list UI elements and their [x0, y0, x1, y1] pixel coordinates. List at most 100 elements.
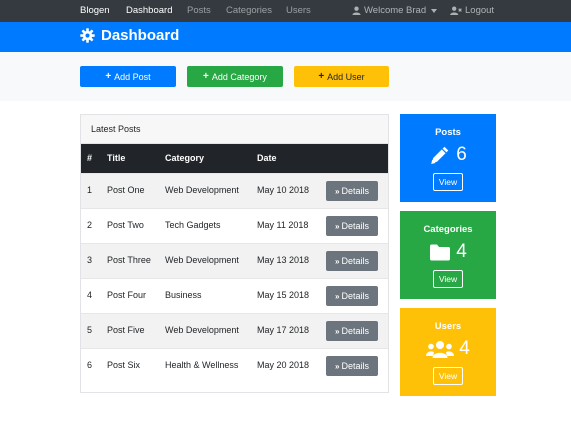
action-bar: + Add Post + Add Category + Add User: [0, 52, 571, 101]
row-category: Business: [165, 290, 202, 300]
table-header: # Title Category Date: [81, 144, 388, 173]
brand-link[interactable]: Blogen: [80, 5, 110, 16]
row-number: 5: [87, 325, 93, 335]
users-count: 4: [459, 338, 470, 359]
plus-icon: +: [203, 71, 209, 82]
column-header-title: Title: [107, 153, 126, 163]
row-category: Web Development: [165, 185, 239, 195]
gear-icon: [80, 28, 95, 43]
folder-icon: [430, 244, 451, 261]
row-date: May 15 2018: [257, 290, 310, 300]
details-label: Details: [341, 291, 369, 301]
details-label: Details: [341, 186, 369, 196]
user-dropdown[interactable]: Welcome Brad: [352, 5, 438, 16]
add-category-button[interactable]: + Add Category: [187, 66, 283, 87]
row-number: 1: [87, 185, 93, 195]
details-button[interactable]: » Details: [326, 251, 378, 271]
plus-icon: +: [105, 71, 112, 82]
angle-double-right-icon: »: [335, 326, 340, 336]
row-title: Post Five: [107, 325, 145, 335]
row-date: May 11 2018: [257, 220, 309, 230]
details-button[interactable]: » Details: [326, 216, 378, 236]
row-title: Post One: [107, 185, 145, 195]
row-title: Post Four: [107, 290, 147, 300]
table-row: 6 Post Six Health & Wellness May 20 2018…: [81, 348, 388, 383]
details-button[interactable]: » Details: [326, 356, 378, 376]
caret-down-icon: [431, 8, 438, 13]
card-title: Latest Posts: [91, 124, 141, 134]
nav-link-categories[interactable]: Categories: [226, 5, 272, 16]
row-date: May 13 2018: [257, 255, 310, 265]
logout-label: Logout: [465, 5, 495, 16]
categories-stat-title: Categories: [423, 224, 473, 235]
angle-double-right-icon: »: [335, 291, 340, 301]
angle-double-right-icon: »: [335, 256, 340, 266]
posts-count: 6: [456, 144, 467, 165]
page-header: Dashboard: [0, 22, 571, 52]
posts-stat-card: Posts 6 View: [400, 114, 496, 202]
table-row: 5 Post Five Web Development May 17 2018 …: [81, 313, 388, 348]
add-post-button[interactable]: + Add Post: [80, 66, 176, 87]
row-category: Tech Gadgets: [165, 220, 221, 230]
user-times-icon: [450, 6, 462, 15]
user-dropdown-label: Welcome Brad: [364, 5, 427, 16]
table-row: 2 Post Two Tech Gadgets May 11 2018 » De…: [81, 208, 388, 243]
row-date: May 20 2018: [257, 360, 310, 370]
table-row: 1 Post One Web Development May 10 2018 »…: [81, 173, 388, 208]
table-row: 3 Post Three Web Development May 13 2018…: [81, 243, 388, 278]
pencil-icon: [431, 146, 449, 164]
add-user-button[interactable]: + Add User: [294, 66, 389, 87]
add-category-label: Add Category: [211, 71, 267, 82]
row-number: 6: [87, 360, 93, 370]
users-stat-title: Users: [434, 321, 462, 332]
top-navbar: Blogen Dashboard Posts Categories Users …: [0, 0, 571, 22]
row-category: Web Development: [165, 325, 239, 335]
details-label: Details: [341, 361, 369, 371]
nav-link-posts[interactable]: Posts: [187, 5, 211, 16]
categories-count: 4: [456, 241, 467, 262]
add-user-label: Add User: [327, 71, 365, 82]
row-number: 4: [87, 290, 93, 300]
details-button[interactable]: » Details: [326, 321, 378, 341]
nav-link-users[interactable]: Users: [286, 5, 311, 16]
categories-stat-card: Categories 4 View: [400, 211, 496, 299]
details-label: Details: [341, 221, 369, 231]
row-title: Post Three: [107, 255, 151, 265]
categories-stat-value-row: 4: [400, 241, 496, 263]
view-users-button[interactable]: View: [433, 367, 463, 385]
users-stat-card: Users 4 View: [400, 308, 496, 396]
nav-link-dashboard[interactable]: Dashboard: [126, 5, 172, 16]
row-date: May 17 2018: [257, 325, 310, 335]
row-title: Post Six: [107, 360, 141, 370]
logout-link[interactable]: Logout: [450, 5, 494, 16]
add-post-label: Add Post: [114, 71, 151, 82]
page-title: Dashboard: [80, 27, 179, 44]
posts-stat-value-row: 6: [400, 144, 496, 166]
row-category: Web Development: [165, 255, 239, 265]
page-title-text: Dashboard: [101, 27, 180, 44]
angle-double-right-icon: »: [335, 221, 340, 231]
card-header: Latest Posts: [81, 115, 388, 144]
latest-posts-card: Latest Posts # Title Category Date 1 Pos…: [80, 114, 389, 393]
column-header-number: #: [87, 153, 93, 163]
details-button[interactable]: » Details: [326, 181, 378, 201]
column-header-category: Category: [165, 153, 205, 163]
plus-icon: +: [318, 71, 325, 82]
users-icon: [426, 341, 455, 358]
row-number: 3: [87, 255, 93, 265]
row-number: 2: [87, 220, 93, 230]
user-icon: [352, 6, 361, 15]
details-label: Details: [341, 256, 369, 266]
row-date: May 10 2018: [257, 185, 310, 195]
row-category: Health & Wellness: [165, 360, 239, 370]
posts-stat-title: Posts: [435, 127, 461, 138]
details-button[interactable]: » Details: [326, 286, 378, 306]
users-stat-value-row: 4: [400, 338, 496, 360]
row-title: Post Two: [107, 220, 144, 230]
table-row: 4 Post Four Business May 15 2018 » Detai…: [81, 278, 388, 313]
details-label: Details: [341, 326, 369, 336]
view-posts-button[interactable]: View: [433, 173, 463, 191]
column-header-date: Date: [257, 153, 277, 163]
view-categories-button[interactable]: View: [433, 270, 463, 288]
angle-double-right-icon: »: [335, 186, 340, 196]
